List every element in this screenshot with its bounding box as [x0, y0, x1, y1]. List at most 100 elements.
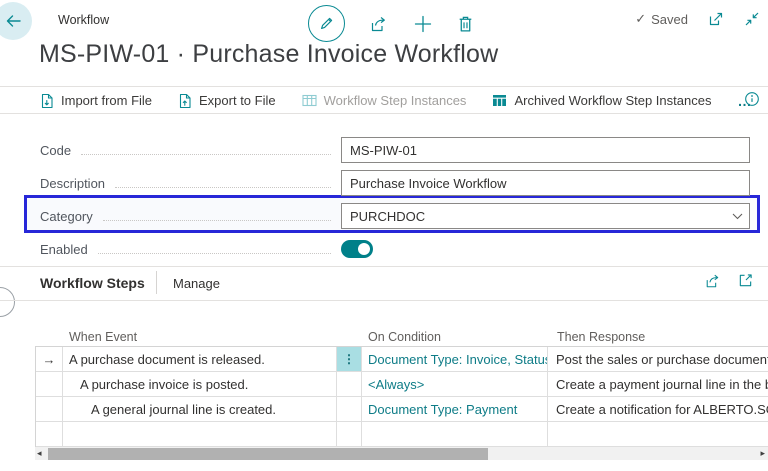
- page-caption: Workflow: [58, 13, 110, 27]
- save-status: ✓ Saved: [635, 11, 688, 27]
- page-title: MS-PIW-01 · Purchase Invoice Workflow: [39, 40, 499, 68]
- divider: [0, 113, 768, 114]
- on-condition-link[interactable]: <Always>: [362, 372, 548, 396]
- collapse-page-button[interactable]: [744, 11, 760, 27]
- share-icon: [369, 15, 389, 33]
- then-response-cell[interactable]: [548, 422, 768, 446]
- share-icon: [704, 273, 722, 289]
- manage-menu-button[interactable]: Manage: [173, 276, 220, 291]
- share-button[interactable]: [369, 15, 389, 33]
- column-header-then-response[interactable]: Then Response: [557, 330, 645, 344]
- selected-row-arrow-icon: →: [42, 351, 56, 367]
- section-expand-button[interactable]: [738, 273, 753, 288]
- divider: [0, 266, 768, 267]
- scroll-left-arrow[interactable]: ◂: [37, 448, 42, 459]
- delete-button[interactable]: [457, 15, 474, 33]
- section-share-button[interactable]: [704, 273, 722, 289]
- toggle-knob: [358, 243, 370, 255]
- then-response-cell[interactable]: Post the sales or purchase document: [548, 347, 768, 371]
- row-options-button[interactable]: ⋮: [337, 347, 362, 371]
- record-actions: [308, 5, 474, 42]
- collapse-arrows-icon: [744, 11, 760, 27]
- table-row: A general journal line is created. Docum…: [36, 397, 768, 422]
- export-file-icon: [178, 93, 192, 109]
- scroll-right-arrow[interactable]: ▸: [760, 448, 765, 459]
- edge-partial-circle: [0, 287, 15, 317]
- row-options-button[interactable]: [337, 397, 362, 421]
- on-condition-link[interactable]: Document Type: Invoice, Status: ...: [362, 347, 548, 371]
- category-combobox[interactable]: [341, 203, 750, 229]
- row-options-cell[interactable]: [337, 422, 362, 446]
- back-button[interactable]: [0, 2, 32, 40]
- horizontal-scrollbar[interactable]: ◂ ▸: [35, 447, 768, 460]
- column-header-when-event[interactable]: When Event: [69, 330, 137, 344]
- action-bar: Import from File Export to File Workflow…: [40, 88, 752, 113]
- info-button[interactable]: [744, 91, 760, 107]
- divider: [0, 86, 768, 87]
- window-actions: ✓ Saved: [635, 11, 760, 27]
- new-button[interactable]: [413, 14, 433, 34]
- export-to-file-button[interactable]: Export to File: [178, 93, 276, 109]
- info-icon: [744, 91, 760, 107]
- row-selector-cell[interactable]: →: [36, 347, 63, 371]
- trash-icon: [457, 15, 474, 33]
- archived-workflow-step-instances-button[interactable]: Archived Workflow Step Instances: [492, 93, 711, 108]
- check-icon: ✓: [635, 11, 647, 26]
- on-condition-link[interactable]: Document Type: Payment: [362, 397, 548, 421]
- when-event-cell[interactable]: A purchase invoice is posted.: [63, 372, 337, 396]
- plus-icon: [413, 14, 433, 34]
- import-from-file-button[interactable]: Import from File: [40, 93, 152, 109]
- row-selector-cell[interactable]: [36, 397, 63, 421]
- enabled-label: Enabled: [40, 242, 88, 257]
- then-response-cell[interactable]: Create a payment journal line in the b: [548, 372, 768, 396]
- when-event-cell[interactable]: A general journal line is created.: [63, 397, 337, 421]
- expand-icon: [738, 273, 753, 288]
- when-event-cell[interactable]: A purchase document is released.: [63, 347, 337, 371]
- row-selector-cell[interactable]: [36, 422, 63, 446]
- workflow-steps-section-title: Workflow Steps: [40, 275, 145, 291]
- workflow-step-instances-button[interactable]: Workflow Step Instances: [302, 93, 467, 108]
- dotted-leader: [97, 236, 331, 254]
- dotted-leader: [102, 203, 331, 221]
- divider: [0, 300, 768, 301]
- code-field[interactable]: [341, 137, 750, 163]
- field-row-category: Category: [40, 203, 752, 230]
- popout-icon: [708, 11, 724, 27]
- table-filled-icon: [492, 94, 507, 107]
- scrollbar-thumb[interactable]: [48, 447, 488, 460]
- pencil-icon: [318, 15, 335, 32]
- table-row-empty: [36, 422, 768, 447]
- table-row: → A purchase document is released. ⋮ Doc…: [36, 347, 768, 372]
- enabled-toggle[interactable]: [341, 240, 373, 258]
- column-header-on-condition[interactable]: On Condition: [368, 330, 441, 344]
- workflow-step-instances-label: Workflow Step Instances: [323, 93, 467, 108]
- row-selector-cell[interactable]: [36, 372, 63, 396]
- dotted-leader: [115, 170, 331, 188]
- back-arrow-icon: [4, 13, 22, 29]
- workflow-steps-table: → A purchase document is released. ⋮ Doc…: [35, 346, 768, 447]
- field-row-description: Description: [40, 170, 752, 197]
- description-label: Description: [40, 176, 106, 191]
- dotted-leader: [81, 137, 331, 155]
- field-row-enabled: Enabled: [40, 236, 752, 263]
- import-from-file-label: Import from File: [61, 93, 153, 108]
- import-file-icon: [40, 93, 54, 109]
- then-response-cell[interactable]: Create a notification for ALBERTO.SOE: [548, 397, 768, 421]
- section-separator: [156, 271, 157, 294]
- table-row: A purchase invoice is posted. <Always> C…: [36, 372, 768, 397]
- open-in-new-window-button[interactable]: [708, 11, 724, 27]
- category-label: Category: [40, 209, 93, 224]
- save-status-label: Saved: [651, 11, 688, 27]
- vertical-ellipsis-icon: ⋮: [343, 352, 355, 366]
- description-field[interactable]: [341, 170, 750, 196]
- row-options-button[interactable]: [337, 372, 362, 396]
- table-icon: [302, 94, 317, 107]
- on-condition-cell[interactable]: [362, 422, 548, 446]
- when-event-cell[interactable]: [63, 422, 337, 446]
- edit-button[interactable]: [308, 5, 345, 42]
- archived-workflow-step-instances-label: Archived Workflow Step Instances: [514, 93, 712, 108]
- field-row-code: Code: [40, 137, 752, 164]
- code-label: Code: [40, 143, 72, 158]
- export-to-file-label: Export to File: [199, 93, 276, 108]
- chevron-down-icon[interactable]: [732, 213, 743, 220]
